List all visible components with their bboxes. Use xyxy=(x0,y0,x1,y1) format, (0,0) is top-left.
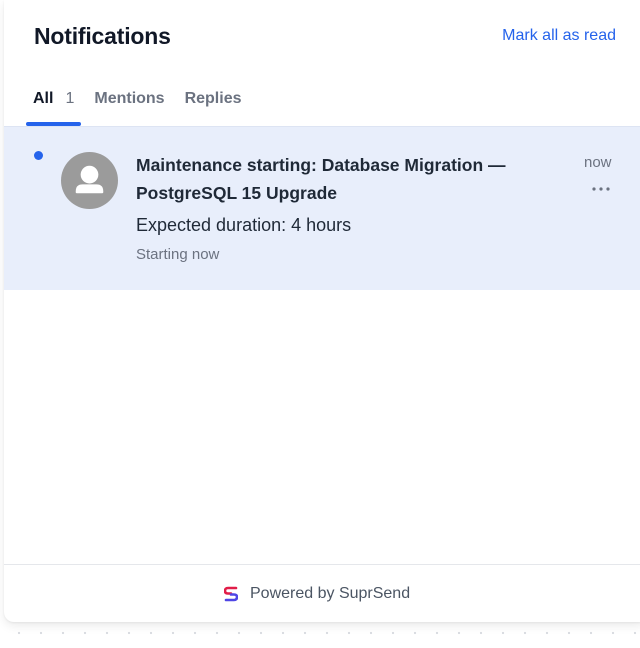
notification-tabs: All 1 Mentions Replies xyxy=(26,86,249,126)
tab-all-label: All xyxy=(33,90,54,107)
tab-mentions[interactable]: Mentions xyxy=(87,86,171,126)
unread-indicator xyxy=(34,151,43,160)
notification-item[interactable]: Maintenance starting: Database Migration… xyxy=(4,126,640,290)
panel-footer: Powered by SuprSend xyxy=(4,564,640,622)
user-silhouette-icon xyxy=(75,165,104,194)
suprsend-logo-icon xyxy=(224,586,238,601)
panel-title: Notifications xyxy=(34,22,171,49)
panel-header: Notifications Mark all as read xyxy=(34,20,616,52)
notification-title-line-2: PostgreSQL 15 Upgrade xyxy=(136,183,337,203)
notification-panel: Notifications Mark all as read All 1 Men… xyxy=(4,0,640,622)
mark-all-read-button[interactable]: Mark all as read xyxy=(502,27,616,45)
powered-by-link[interactable]: Powered by SuprSend xyxy=(250,585,410,603)
notification-subtext: Starting now xyxy=(136,246,220,263)
notification-title: Maintenance starting: Database Migration… xyxy=(136,151,506,207)
notification-content: Maintenance starting: Database Migration… xyxy=(136,151,506,265)
tab-replies-label: Replies xyxy=(184,90,242,107)
tab-replies[interactable]: Replies xyxy=(178,86,249,126)
more-horizontal-icon[interactable] xyxy=(588,181,614,197)
notification-time: now xyxy=(584,154,612,171)
user-avatar-icon xyxy=(61,152,118,209)
tab-mentions-label: Mentions xyxy=(94,90,165,107)
tab-all-count: 1 xyxy=(65,90,75,107)
tab-all[interactable]: All 1 xyxy=(26,86,82,126)
notification-title-line-1: Maintenance starting: Database Migration… xyxy=(136,155,506,175)
notification-list: Maintenance starting: Database Migration… xyxy=(4,126,640,290)
notification-body: Expected duration: 4 hours xyxy=(136,215,352,235)
